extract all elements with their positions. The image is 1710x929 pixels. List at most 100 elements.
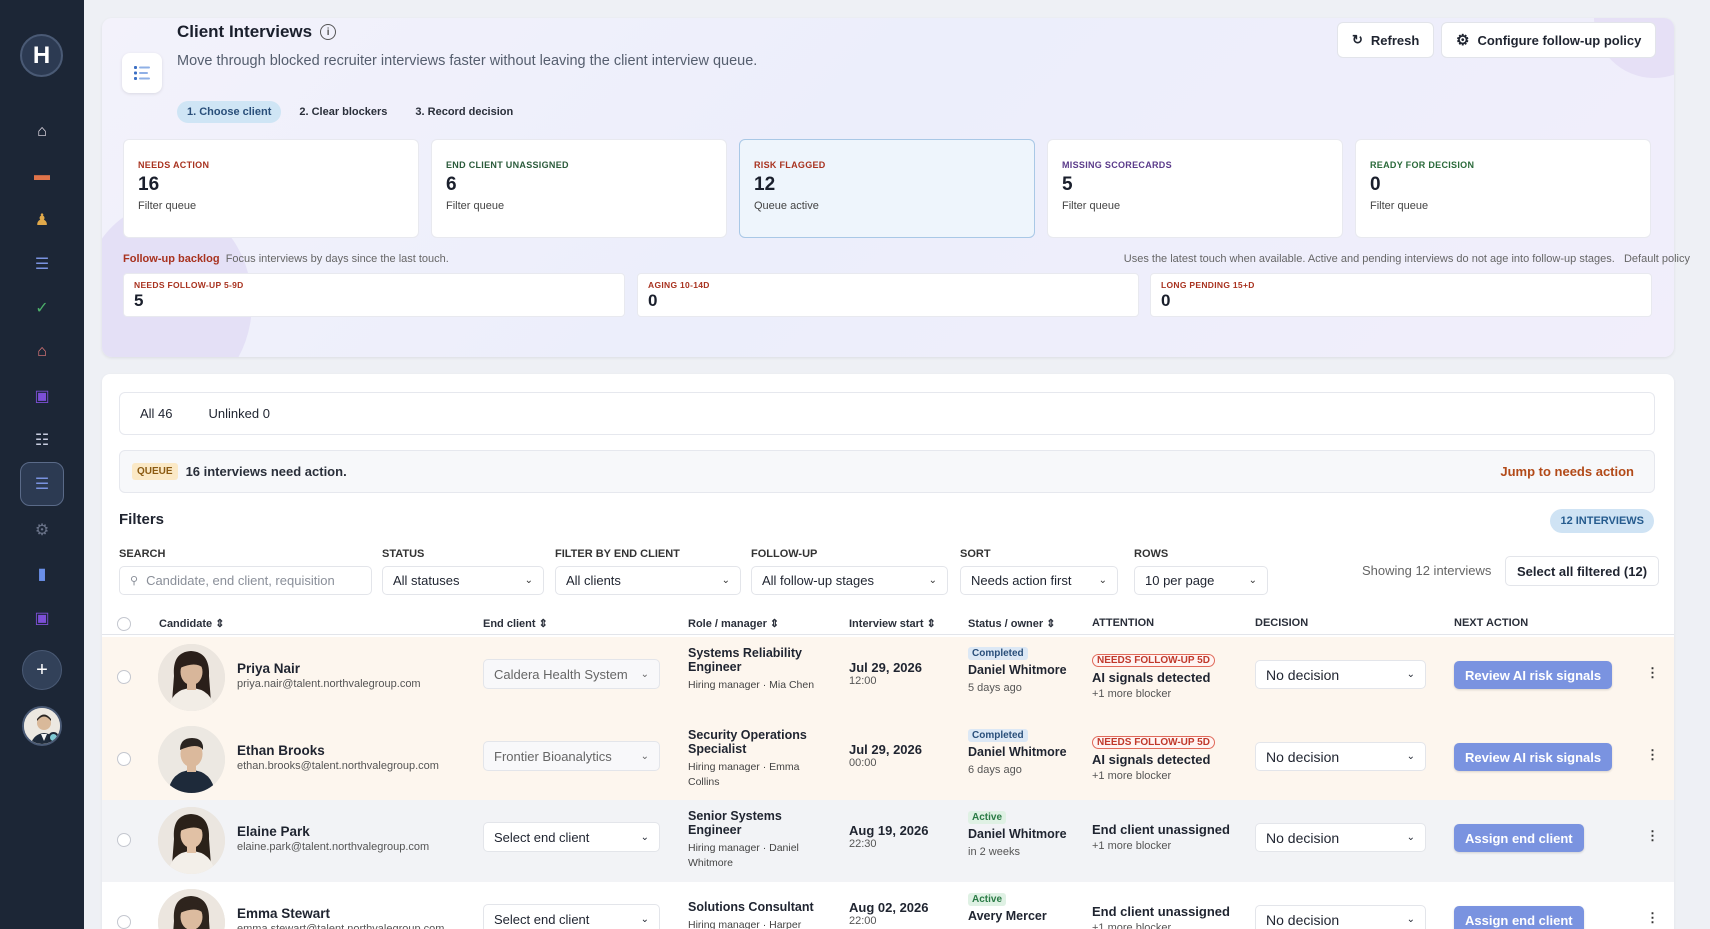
search-input[interactable]: ⚲ Candidate, end client, requisition (119, 566, 372, 595)
next-action-button[interactable]: Review AI risk signals (1454, 743, 1613, 771)
step-choose-client[interactable]: 1. Choose client (177, 101, 282, 123)
followup-select[interactable]: All follow-up stages ⌄ (751, 566, 948, 595)
col-end-client[interactable]: End client ⇕ (483, 617, 548, 630)
building-icon[interactable]: ⌂ (28, 338, 56, 366)
candidate-cell[interactable]: Elaine Park elaine.park@talent.northvaleg… (237, 824, 429, 853)
row-checkbox[interactable] (117, 752, 131, 766)
bar-chart-icon[interactable]: ▮ (28, 560, 56, 588)
candidate-cell[interactable]: Ethan Brooks ethan.brooks@talent.northval… (237, 743, 439, 772)
end-client-select[interactable]: All clients ⌄ (555, 566, 741, 595)
next-action-button[interactable]: Assign end client (1454, 906, 1584, 929)
decision-value: No decision (1266, 911, 1340, 928)
status-value: All statuses (393, 573, 460, 588)
select-all-checkbox[interactable] (117, 617, 131, 631)
candidate-name[interactable]: Emma Stewart (237, 906, 444, 921)
col-role[interactable]: Role / manager ⇕ (688, 617, 779, 630)
tab-unlinked[interactable]: Unlinked 0 (209, 406, 270, 421)
kpi-hint: Filter queue (1062, 200, 1121, 212)
row-checkbox[interactable] (117, 833, 131, 847)
more-blockers[interactable]: +1 more blocker (1092, 688, 1215, 700)
table-row[interactable]: Priya Nair priya.nair@talent.northvalegro… (102, 637, 1674, 719)
row-checkbox[interactable] (117, 670, 131, 684)
filters-heading: Filters (119, 511, 165, 528)
end-client-select[interactable]: Frontier Bioanalytics ⌄ (483, 741, 660, 771)
kpi-hint: Filter queue (1370, 200, 1429, 212)
kpi-card-risk-flagged[interactable]: RISK FLAGGED 12 Queue active (739, 139, 1035, 238)
col-status[interactable]: Status / owner ⇕ (968, 617, 1055, 630)
followup-card-0[interactable]: NEEDS FOLLOW-UP 5-9D 5 (123, 273, 625, 317)
end-client-select[interactable]: Select end client ⌄ (483, 904, 660, 929)
col-candidate[interactable]: Candidate ⇕ (159, 617, 224, 630)
kpi-card-missing-scorecards[interactable]: MISSING SCORECARDS 5 Filter queue (1047, 139, 1343, 238)
step-record-decision[interactable]: 3. Record decision (405, 101, 523, 123)
gear-icon[interactable]: ⚙ (28, 516, 56, 544)
decision-select[interactable]: No decision ⌄ (1255, 660, 1426, 689)
col-interview-start[interactable]: Interview start ⇕ (849, 617, 936, 630)
info-icon[interactable]: i (320, 24, 337, 40)
col-candidate-label: Candidate (159, 618, 213, 630)
select-all-filtered-button[interactable]: Select all filtered (12) (1505, 556, 1660, 586)
decision-select[interactable]: No decision ⌄ (1255, 742, 1426, 771)
user-avatar[interactable] (22, 706, 62, 746)
candidate-name[interactable]: Ethan Brooks (237, 743, 439, 758)
table-row[interactable]: Emma Stewart emma.stewart@talent.northval… (102, 882, 1674, 929)
kpi-value: 16 (138, 174, 160, 195)
row-menu-icon[interactable]: ⋮ (1646, 747, 1659, 763)
list-icon[interactable]: ☰ (28, 250, 56, 278)
end-client-select[interactable]: Caldera Health System ⌄ (483, 659, 660, 689)
more-blockers[interactable]: +1 more blocker (1092, 770, 1215, 782)
home-icon[interactable]: ⌂ (28, 118, 56, 146)
check-icon[interactable]: ✓ (28, 294, 56, 322)
kpi-card-end-client-unassigned[interactable]: END CLIENT UNASSIGNED 6 Filter queue (431, 139, 727, 238)
row-menu-icon[interactable]: ⋮ (1646, 910, 1659, 926)
followup-card-1[interactable]: AGING 10-14D 0 (637, 273, 1139, 317)
add-button[interactable]: + (22, 650, 62, 690)
more-blockers[interactable]: +1 more blocker (1092, 840, 1230, 852)
kpi-card-needs-action[interactable]: NEEDS ACTION 16 Filter queue (123, 139, 419, 238)
table-row[interactable]: Ethan Brooks ethan.brooks@talent.northval… (102, 719, 1674, 801)
row-menu-icon[interactable]: ⋮ (1646, 828, 1659, 844)
interviews-icon[interactable]: ☰ (20, 462, 64, 506)
sort-value: Needs action first (971, 573, 1072, 588)
decision-value: No decision (1266, 829, 1340, 846)
person-icon[interactable]: ♟ (28, 206, 56, 234)
candidate-photo (158, 807, 225, 874)
sort-icon: ⇕ (926, 618, 936, 630)
more-blockers[interactable]: +1 more blocker (1092, 922, 1230, 929)
status-badge: Active (968, 811, 1007, 824)
badge-icon[interactable]: ▣ (28, 604, 56, 632)
status-select[interactable]: All statuses ⌄ (382, 566, 544, 595)
rows-select[interactable]: 10 per page ⌄ (1134, 566, 1268, 595)
candidate-cell[interactable]: Emma Stewart emma.stewart@talent.northval… (237, 906, 444, 929)
chevron-down-icon: ⌄ (640, 750, 649, 762)
checklist-icon[interactable]: ☷ (28, 426, 56, 454)
chevron-down-icon: ⌄ (524, 575, 533, 586)
candidate-name[interactable]: Priya Nair (237, 661, 421, 676)
candidate-email: elaine.park@talent.northvalegroup.com (237, 841, 430, 853)
briefcase-icon[interactable]: ▬ (28, 162, 56, 190)
row-checkbox[interactable] (117, 915, 131, 929)
next-action-button[interactable]: Review AI risk signals (1454, 661, 1613, 689)
end-client-select[interactable]: Select end client ⌄ (483, 822, 660, 852)
kpi-card-ready-for-decision[interactable]: READY FOR DECISION 0 Filter queue (1355, 139, 1651, 238)
chevron-down-icon: ⌄ (1248, 575, 1257, 586)
app-logo[interactable]: H (20, 34, 63, 77)
candidate-name[interactable]: Elaine Park (237, 824, 429, 839)
decision-select[interactable]: No decision ⌄ (1255, 823, 1426, 852)
step-clear-blockers[interactable]: 2. Clear blockers (289, 101, 397, 123)
decision-select[interactable]: No decision ⌄ (1255, 905, 1426, 929)
owner-name: Daniel Whitmore (968, 745, 1067, 759)
configure-policy-button[interactable]: ⚙ Configure follow-up policy (1441, 22, 1657, 58)
tab-all[interactable]: All 46 (140, 406, 173, 421)
sort-select[interactable]: Needs action first ⌄ (960, 566, 1118, 595)
attention-reason: AI signals detected (1092, 752, 1211, 767)
contact-card-icon[interactable]: ▣ (28, 382, 56, 410)
next-action-button[interactable]: Assign end client (1454, 824, 1584, 852)
row-menu-icon[interactable]: ⋮ (1646, 665, 1659, 681)
col-status-label: Status / owner (968, 618, 1044, 630)
candidate-cell[interactable]: Priya Nair priya.nair@talent.northvalegro… (237, 661, 421, 690)
jump-to-needs-action-link[interactable]: Jump to needs action (1500, 464, 1634, 479)
table-row[interactable]: Elaine Park elaine.park@talent.northvaleg… (102, 800, 1674, 882)
refresh-button[interactable]: ↻ Refresh (1337, 22, 1435, 58)
followup-card-2[interactable]: LONG PENDING 15+D 0 (1150, 273, 1652, 317)
